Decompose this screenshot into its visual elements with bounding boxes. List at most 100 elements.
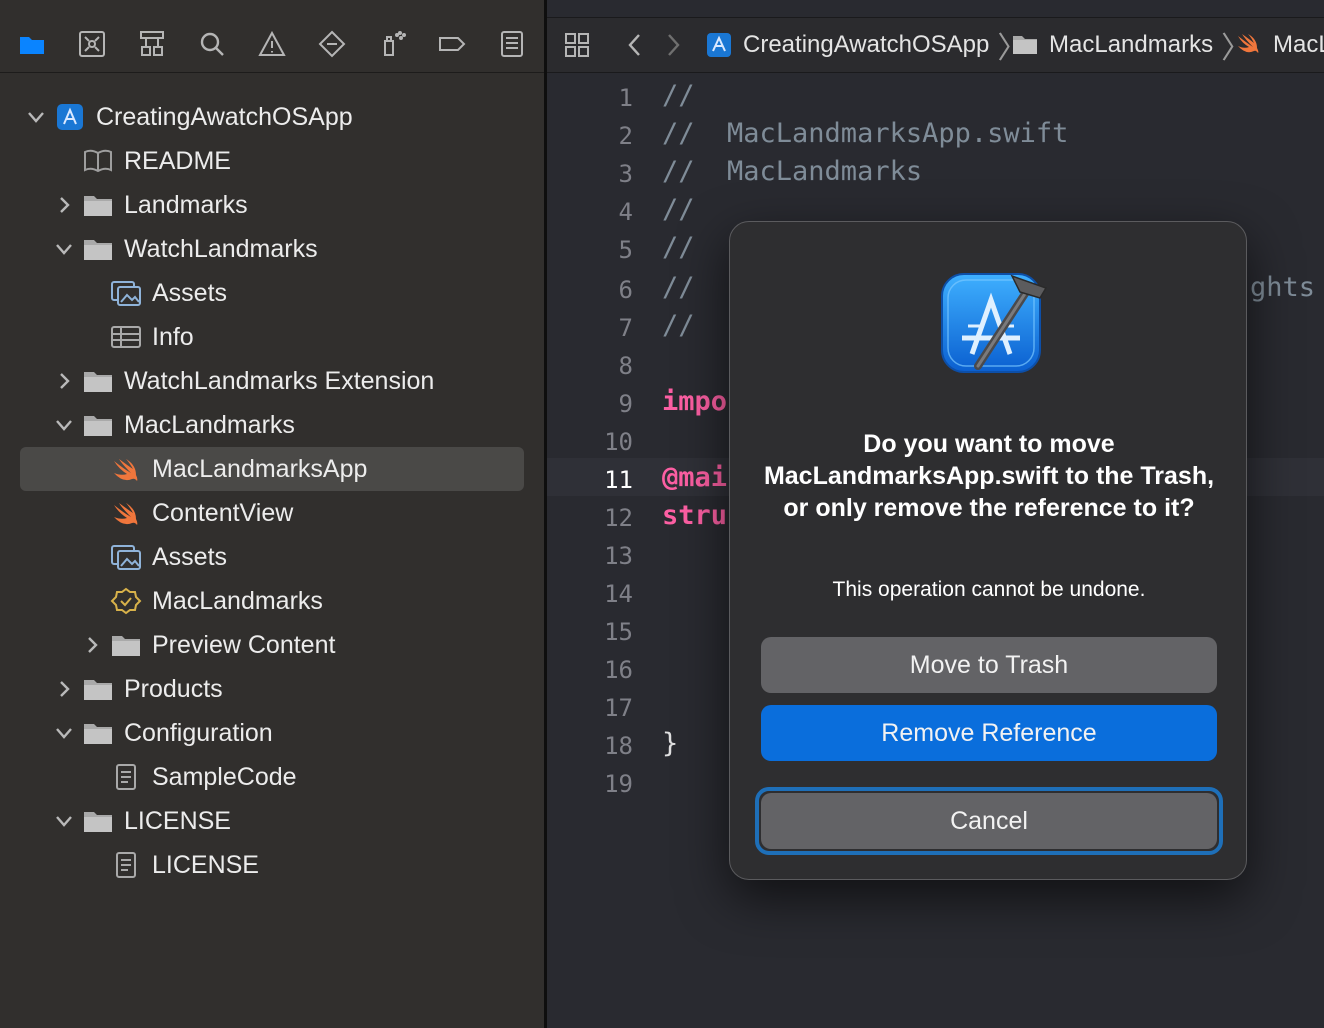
navigator-toolbar: [0, 0, 544, 73]
code-line-7[interactable]: //: [662, 310, 695, 341]
breakpoint-icon[interactable]: [432, 24, 472, 64]
tree-row-project[interactable]: CreatingAwatchOSApp: [0, 95, 544, 139]
xcode-app-icon: [934, 262, 1054, 380]
tree-row-label: ContentView: [152, 499, 294, 527]
tree-row-watchlandmarks[interactable]: WatchLandmarks: [0, 227, 544, 271]
tree-row-watch-assets[interactable]: Assets: [0, 271, 544, 315]
move-to-trash-button[interactable]: Move to Trash: [761, 637, 1217, 693]
plist-table-icon: [110, 323, 142, 351]
tree-row-landmarks[interactable]: Landmarks: [0, 183, 544, 227]
tree-row-label: WatchLandmarks: [124, 235, 318, 263]
tree-row-mac-assets[interactable]: Assets: [0, 535, 544, 579]
cancel-button[interactable]: Cancel: [761, 793, 1217, 849]
chevron-down-icon[interactable]: [26, 106, 46, 128]
jumpbar-file[interactable]: MacL: [1235, 30, 1324, 60]
tree-row-label: Preview Content: [152, 631, 336, 659]
chevron-right-icon[interactable]: [82, 634, 102, 656]
entitlements-badge-icon: [110, 587, 142, 615]
line-number: 4: [618, 198, 633, 226]
delete-confirmation-dialog: Do you want to move MacLandmarksApp.swif…: [729, 221, 1247, 880]
line-number: 2: [618, 122, 633, 150]
chevron-down-icon[interactable]: [54, 238, 74, 260]
folder-icon: [82, 719, 114, 747]
code-line-18[interactable]: }: [662, 728, 678, 759]
line-number: 12: [604, 504, 633, 532]
project-icon: [707, 33, 731, 57]
tree-row-label: Products: [124, 675, 223, 703]
jumpbar-group-label: MacLandmarks: [1049, 31, 1214, 58]
jumpbar-project-label: CreatingAwatchOSApp: [743, 31, 990, 58]
chevron-down-icon[interactable]: [54, 722, 74, 744]
code-line-12[interactable]: stru: [662, 500, 727, 531]
dialog-title: Do you want to move MacLandmarksApp.swif…: [763, 430, 1215, 522]
tree-row-info[interactable]: Info: [0, 315, 544, 359]
test-diamond-icon[interactable]: [312, 24, 352, 64]
tree-row-label: LICENSE: [152, 851, 259, 879]
code-line-6[interactable]: //: [662, 272, 695, 303]
tree-row-samplecode[interactable]: SampleCode: [0, 755, 544, 799]
chevron-right-icon[interactable]: [54, 678, 74, 700]
swift-icon: [110, 499, 142, 527]
folder-icon[interactable]: [12, 24, 52, 64]
tree-row-label: LICENSE: [124, 807, 231, 835]
jumpbar-group[interactable]: MacLandmarks 〉: [1011, 30, 1251, 65]
book-icon: [82, 147, 114, 175]
line-number: 3: [618, 160, 633, 188]
code-line-2[interactable]: // MacLandmarksApp.swift: [662, 118, 1068, 149]
document-icon: [110, 763, 142, 791]
back-chevron-icon[interactable]: [621, 30, 649, 60]
code-line-4[interactable]: //: [662, 194, 695, 225]
tree-row-label: MacLandmarks: [152, 587, 323, 615]
tree-row-license-file[interactable]: LICENSE: [0, 843, 544, 887]
tree-row-readme[interactable]: README: [0, 139, 544, 183]
chevron-right-icon[interactable]: [54, 370, 74, 392]
symbol-hierarchy-icon[interactable]: [132, 24, 172, 64]
chevron-right-icon[interactable]: [54, 194, 74, 216]
asset-catalog-icon: [110, 279, 142, 307]
tree-row-entitlements[interactable]: MacLandmarks: [0, 579, 544, 623]
folder-icon: [82, 807, 114, 835]
folder-icon: [82, 235, 114, 263]
source-control-icon[interactable]: [72, 24, 112, 64]
jumpbar-file-label: MacL: [1273, 31, 1324, 58]
related-items-grid-icon[interactable]: [563, 30, 591, 60]
line-number: 9: [618, 390, 633, 418]
report-icon[interactable]: [492, 24, 532, 64]
line-number: 1: [618, 84, 633, 112]
tree-row-contentview[interactable]: ContentView: [0, 491, 544, 535]
swift-icon: [1238, 34, 1259, 53]
remove-reference-button[interactable]: Remove Reference: [761, 705, 1217, 761]
editor-tab-strip: [547, 0, 1324, 18]
jumpbar-project[interactable]: CreatingAwatchOSApp 〉: [705, 30, 1027, 65]
folder-icon: [1013, 36, 1037, 54]
tree-row-preview-content[interactable]: Preview Content: [0, 623, 544, 667]
debug-spray-icon[interactable]: [372, 24, 412, 64]
line-number: 18: [604, 732, 633, 760]
document-icon: [110, 851, 142, 879]
tree-row-products[interactable]: Products: [0, 667, 544, 711]
folder-icon: [82, 411, 114, 439]
tree-row-maclandmarks-group[interactable]: MacLandmarks: [0, 403, 544, 447]
chevron-down-icon[interactable]: [54, 414, 74, 436]
code-line-3[interactable]: // MacLandmarks: [662, 156, 922, 187]
line-number: 15: [604, 618, 633, 646]
tree-row-label: README: [124, 147, 231, 175]
tree-row-configuration[interactable]: Configuration: [0, 711, 544, 755]
jump-bar: CreatingAwatchOSApp 〉 MacLandmarks 〉 Mac…: [547, 18, 1324, 73]
forward-chevron-icon[interactable]: [659, 30, 687, 60]
code-line-9[interactable]: impo: [662, 386, 727, 417]
line-number: 17: [604, 694, 633, 722]
code-line-11[interactable]: @mai: [662, 462, 727, 493]
code-line-1[interactable]: //: [662, 80, 695, 111]
code-line-5[interactable]: //: [662, 232, 695, 263]
tree-row-label: SampleCode: [152, 763, 297, 791]
tree-row-license-group[interactable]: LICENSE: [0, 799, 544, 843]
dialog-message: This operation cannot be undone.: [832, 578, 1146, 601]
tree-row-label: WatchLandmarks Extension: [124, 367, 435, 395]
tree-row-maclandmarksapp[interactable]: MacLandmarksApp: [0, 447, 544, 491]
warning-icon[interactable]: [252, 24, 292, 64]
search-icon[interactable]: [192, 24, 232, 64]
line-number: 10: [604, 428, 633, 456]
tree-row-watch-extension[interactable]: WatchLandmarks Extension: [0, 359, 544, 403]
chevron-down-icon[interactable]: [54, 810, 74, 832]
